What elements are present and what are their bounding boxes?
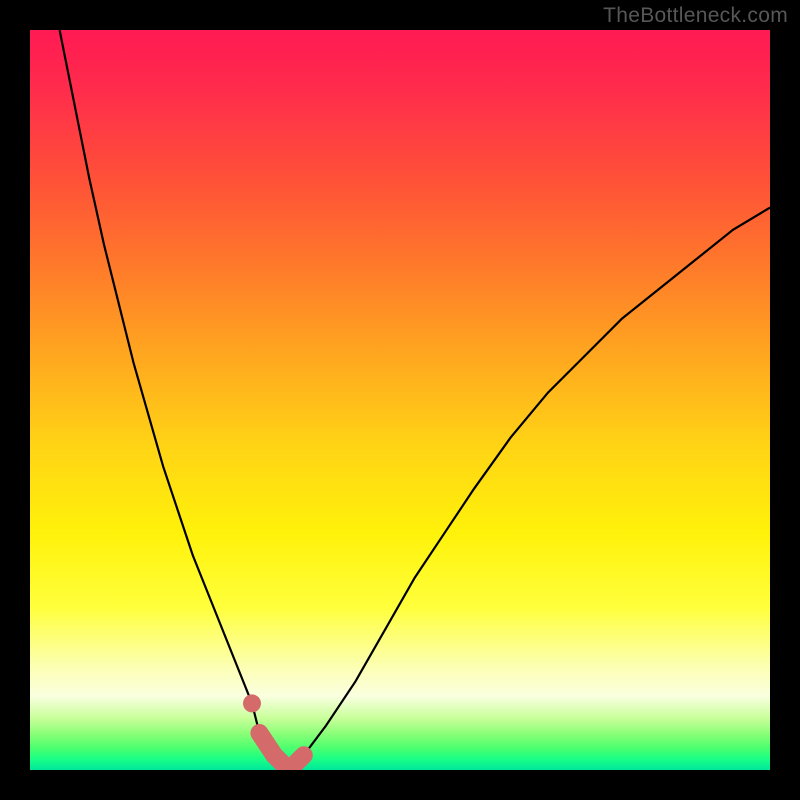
plot-area [30, 30, 770, 770]
watermark-text: TheBottleneck.com [603, 4, 788, 28]
chart-frame: TheBottleneck.com [0, 0, 800, 800]
curve-layer [30, 30, 770, 770]
sweet-spot-highlight [259, 733, 303, 770]
sweet-spot-dot [243, 694, 261, 712]
bottleneck-curve [60, 30, 770, 770]
